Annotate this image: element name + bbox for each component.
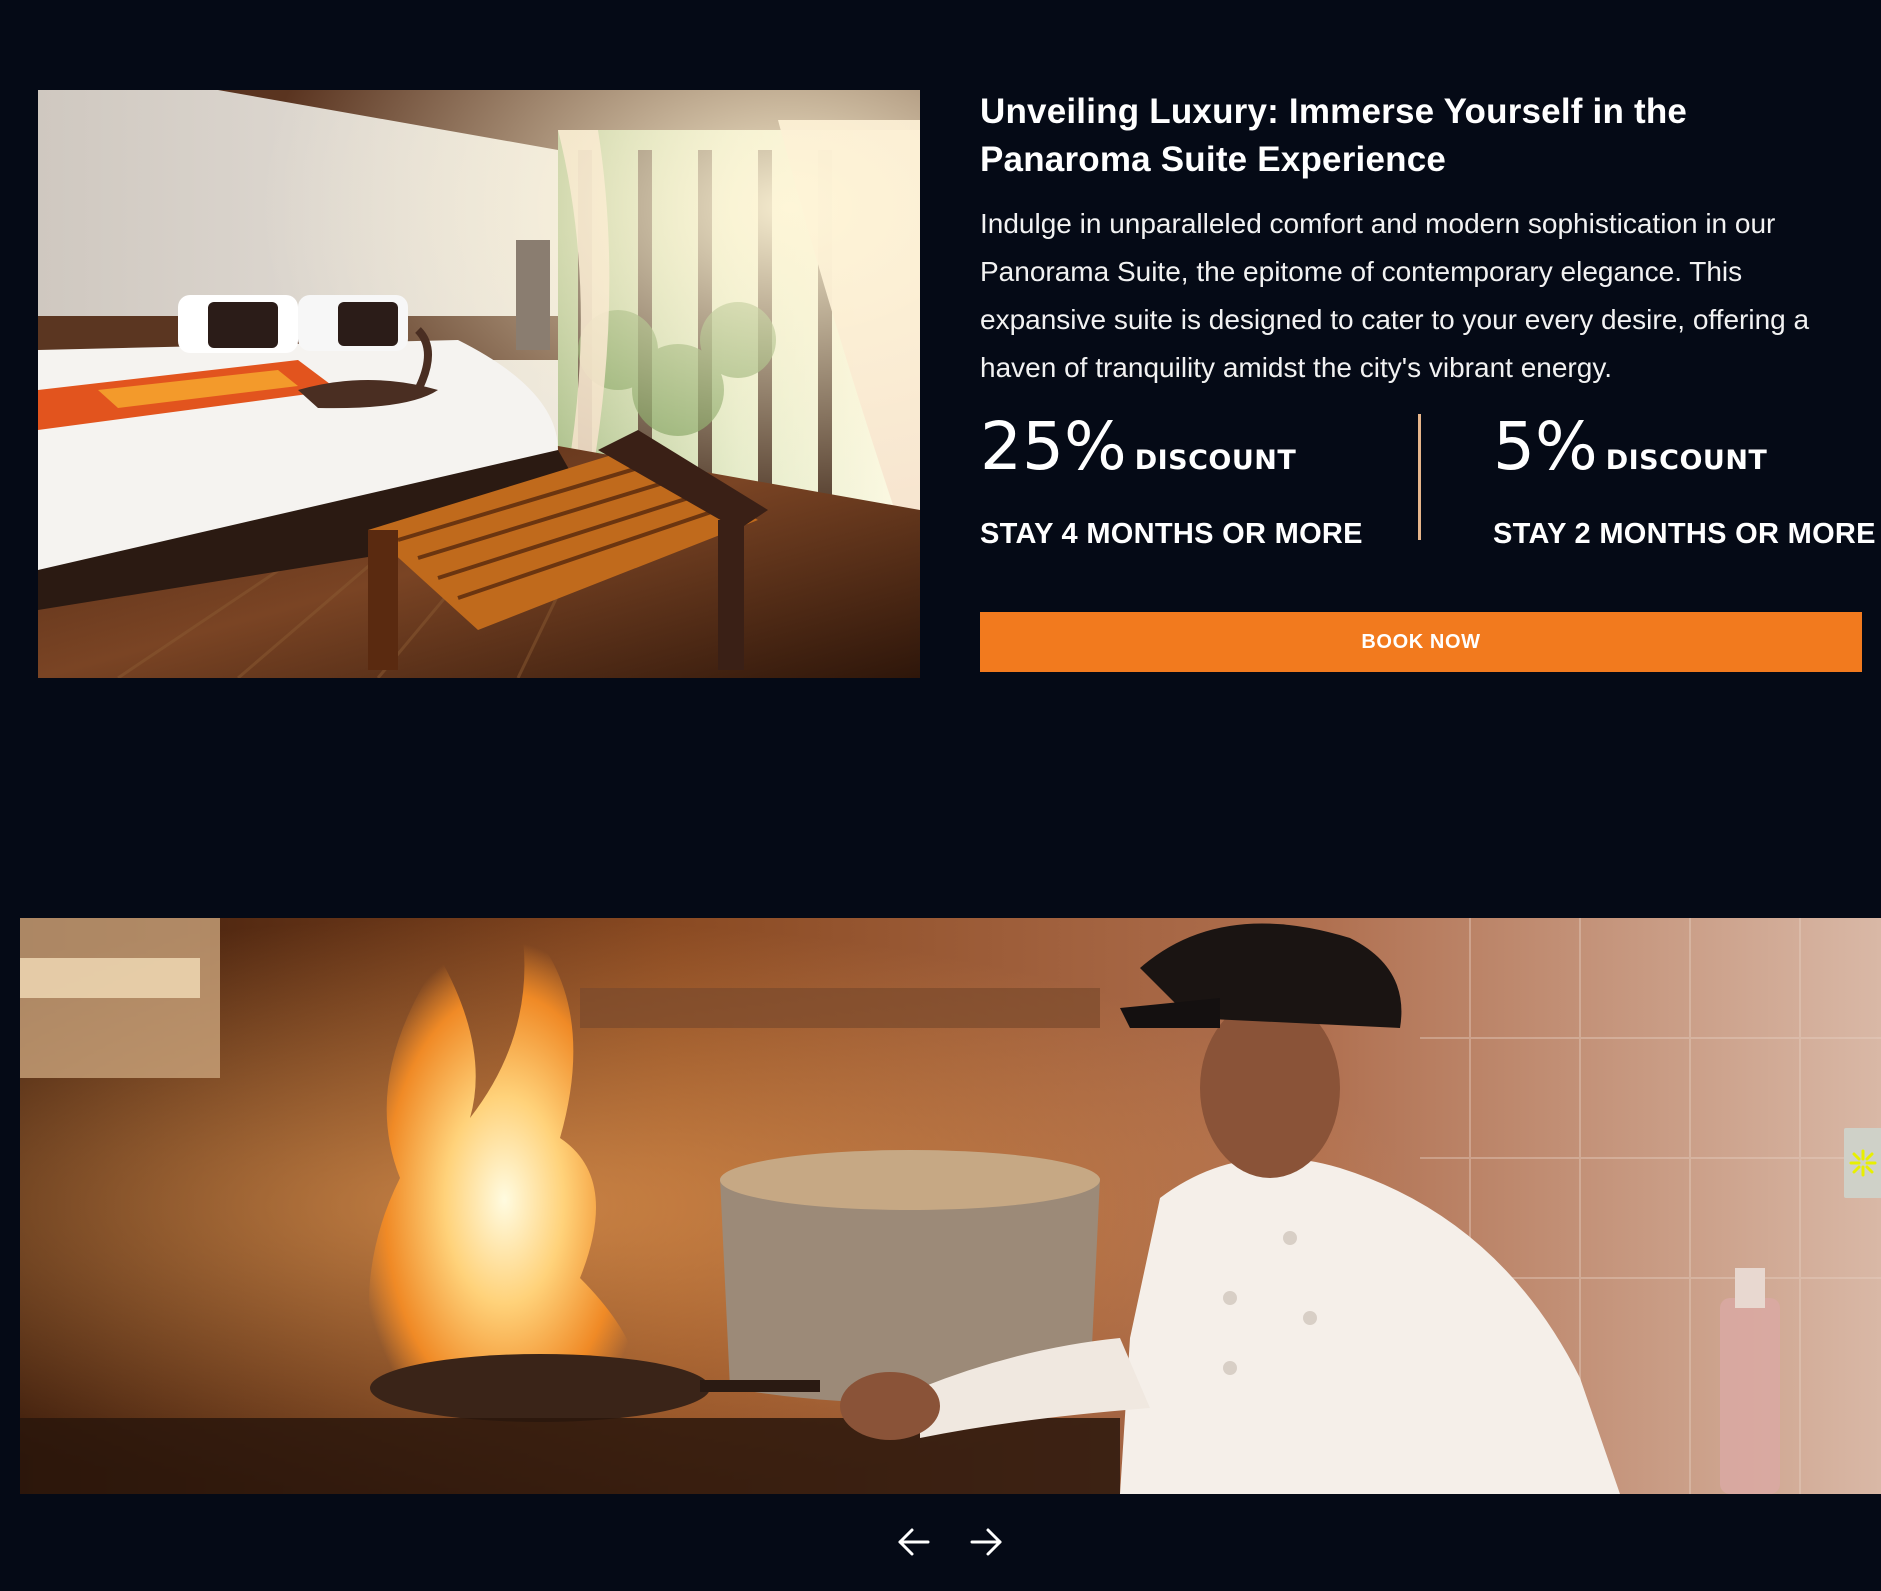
slider-image (20, 918, 1881, 1494)
offer-condition: STAY 2 MONTHS OR MORE (1493, 518, 1876, 550)
offer-2-months: 5% DISCOUNT STAY 2 MONTHS OR MORE (1493, 412, 1876, 551)
offer-4-months: 25% DISCOUNT STAY 4 MONTHS OR MORE (980, 412, 1363, 551)
offer-condition: STAY 4 MONTHS OR MORE (980, 518, 1363, 550)
offer-percent: 25% (980, 408, 1127, 485)
arrow-right-icon (970, 1528, 1002, 1556)
book-now-button[interactable]: BOOK NOW (980, 612, 1862, 672)
arrow-left-icon (898, 1528, 930, 1556)
suite-content: Unveiling Luxury: Immerse Yourself in th… (980, 88, 1864, 392)
spark-icon (1849, 1149, 1876, 1177)
suite-description: Indulge in unparalleled comfort and mode… (980, 208, 1810, 383)
suite-image (38, 90, 920, 678)
suite-title: Unveiling Luxury: Immerse Yourself in th… (980, 92, 1688, 179)
offer-label: DISCOUNT (1605, 445, 1768, 476)
offer-divider (1418, 414, 1421, 540)
feedback-widget-tab[interactable] (1844, 1128, 1881, 1198)
kitchen-photo (20, 918, 1881, 1494)
slider-prev-button[interactable] (892, 1520, 936, 1564)
offer-percent: 5% (1493, 408, 1598, 485)
suite-photo (38, 90, 920, 678)
slider-next-button[interactable] (964, 1520, 1008, 1564)
discount-offers: 25% DISCOUNT STAY 4 MONTHS OR MORE 5% DISC… (980, 412, 1876, 551)
offer-label: DISCOUNT (1134, 445, 1297, 476)
